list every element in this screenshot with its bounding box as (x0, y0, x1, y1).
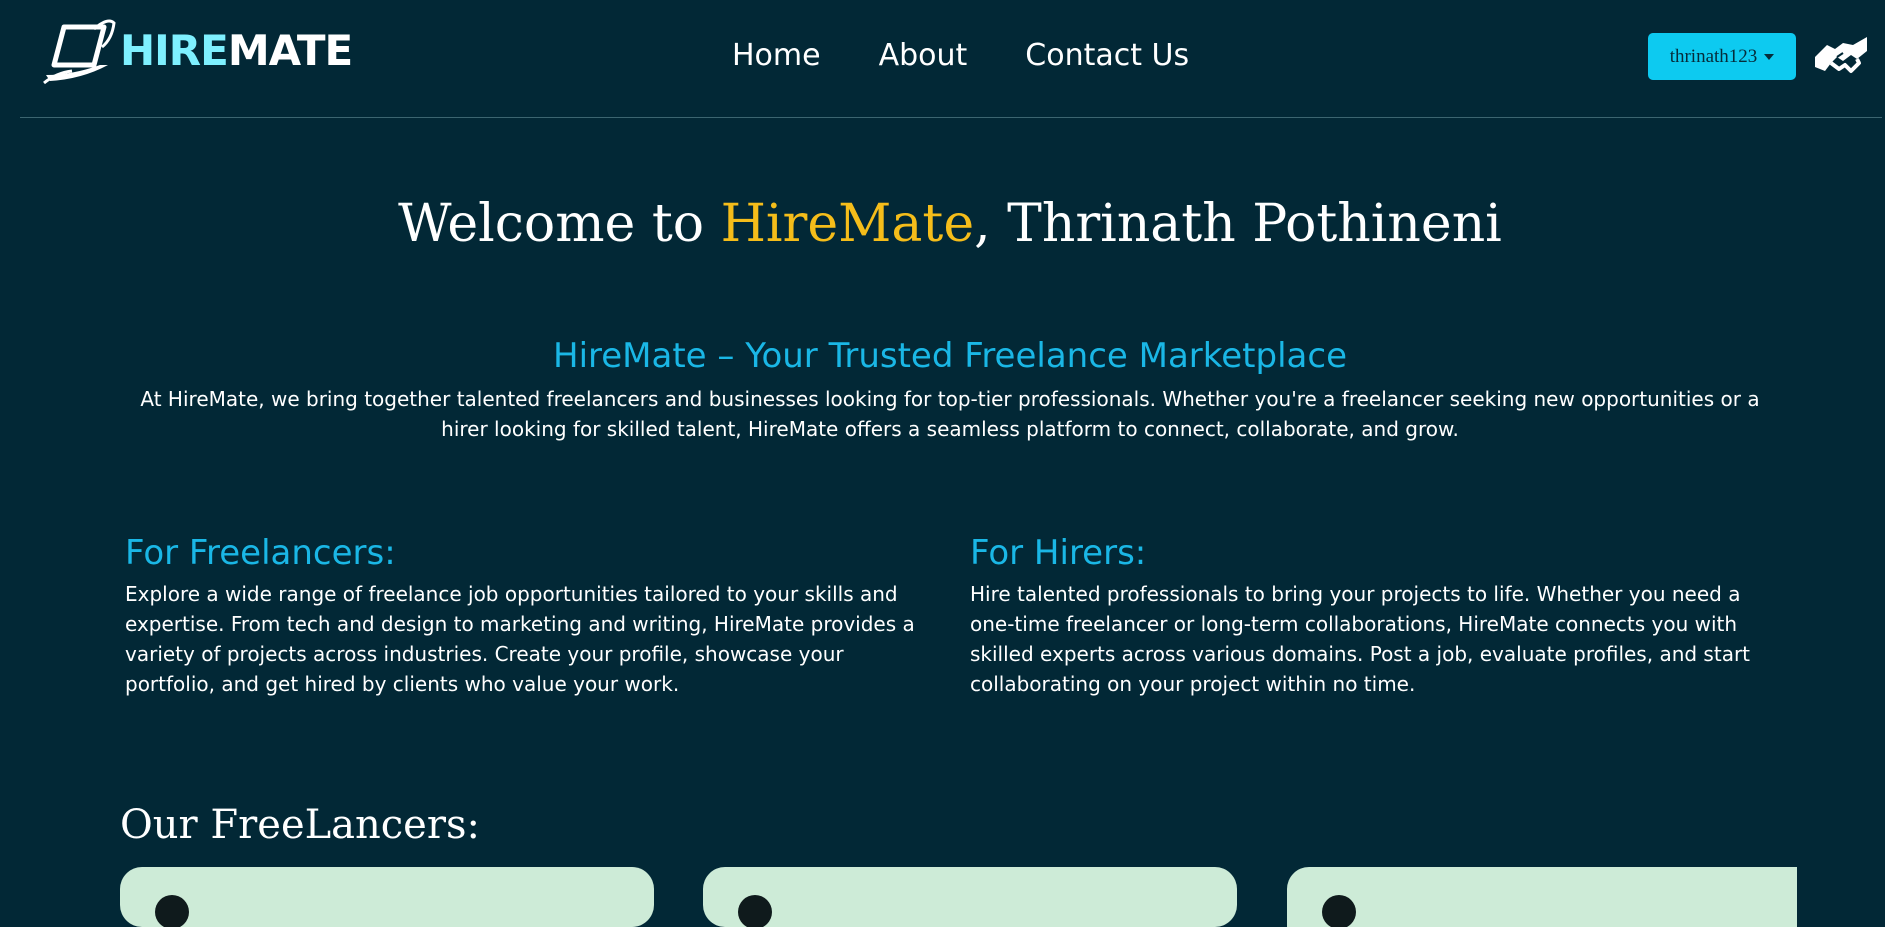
user-menu-dropdown[interactable]: thrinath123 (1648, 33, 1796, 80)
our-freelancers-title: Our FreeLancers: (120, 802, 480, 848)
welcome-brand: HireMate (720, 194, 975, 254)
logo-wordmark: HIREMATE (120, 30, 353, 72)
navbar: HIREMATE Home About Contact Us thrinath1… (20, 0, 1882, 118)
tagline-heading: HireMate – Your Trusted Freelance Market… (553, 336, 1347, 376)
welcome-user-name: , Thrinath Pothineni (974, 194, 1502, 254)
freelancer-card[interactable] (703, 867, 1237, 927)
for-freelancers-title: For Freelancers: (125, 533, 396, 573)
avatar (155, 895, 189, 927)
for-hirers-section: For Hirers: Hire talented professionals … (970, 531, 1775, 699)
welcome-heading: Welcome to HireMate, Thrinath Pothineni (0, 188, 1885, 260)
freelancer-card[interactable] (1287, 867, 1797, 927)
caret-down-icon (1764, 53, 1775, 60)
laptop-logo-icon (43, 19, 116, 85)
intro-paragraph: At HireMate, we bring together talented … (140, 387, 1760, 441)
for-freelancers-section: For Freelancers: Explore a wide range of… (125, 531, 930, 699)
nav-home-link[interactable]: Home (732, 36, 821, 76)
avatar (1322, 895, 1356, 927)
for-freelancers-text: Explore a wide range of freelance job op… (125, 582, 915, 696)
username-label: thrinath123 (1669, 45, 1758, 67)
nav-contact-link[interactable]: Contact Us (1025, 36, 1189, 76)
nav-about-link[interactable]: About (879, 36, 968, 76)
welcome-prefix: Welcome to (398, 194, 721, 254)
avatar (738, 895, 772, 927)
freelancer-card[interactable] (120, 867, 654, 927)
logo-mate-text: MATE (227, 26, 353, 75)
for-hirers-title: For Hirers: (970, 533, 1147, 573)
hiremate-logo[interactable]: HIREMATE (42, 16, 353, 86)
main-nav: Home About Contact Us (732, 36, 1189, 76)
handshake-icon[interactable] (1813, 33, 1869, 81)
for-hirers-text: Hire talented professionals to bring you… (970, 582, 1751, 696)
logo-hire-text: HIRE (120, 26, 229, 75)
